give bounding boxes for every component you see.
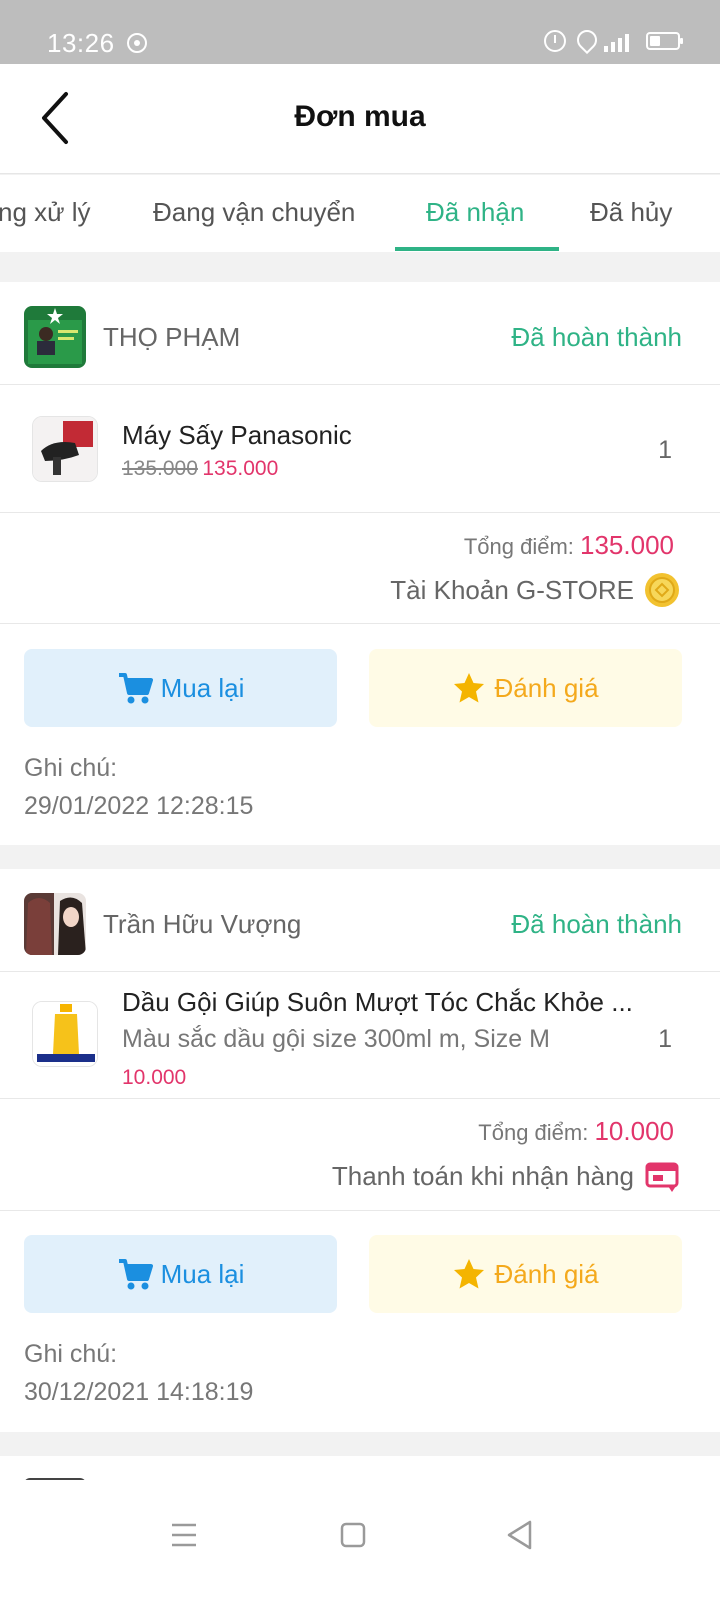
price-original: 135.000 bbox=[122, 457, 198, 480]
order-total: Tổng điểm: 10.000 bbox=[478, 1116, 674, 1147]
cart-icon bbox=[118, 1259, 153, 1290]
price-current: 10.000 bbox=[122, 1066, 187, 1089]
order-date: 30/12/2021 14:18:19 bbox=[24, 1378, 254, 1406]
home-square-icon bbox=[340, 1522, 366, 1548]
product-thumbnail bbox=[32, 416, 98, 482]
product-row[interactable]: Máy Sấy Panasonic 135.000 135.000 1 bbox=[0, 386, 720, 513]
rebuy-label: Mua lại bbox=[160, 672, 245, 703]
rebuy-button[interactable]: Mua lại bbox=[24, 1235, 337, 1313]
status-bar: 13:26 bbox=[0, 0, 720, 64]
rebuy-button[interactable]: Mua lại bbox=[24, 649, 337, 727]
location-icon bbox=[576, 30, 594, 52]
order-card: THỌ PHẠM Đã hoàn thành Máy Sấy Panasonic… bbox=[0, 282, 720, 845]
order-date: 29/01/2022 12:28:15 bbox=[24, 792, 254, 820]
total-value: 10.000 bbox=[594, 1116, 674, 1146]
product-name: Máy Sấy Panasonic bbox=[122, 420, 352, 450]
coin-icon bbox=[645, 573, 679, 607]
note-label: Ghi chú: bbox=[24, 754, 118, 782]
payment-method: Tài Khoản G-STORE bbox=[390, 572, 680, 608]
price-current: 135.000 bbox=[202, 457, 279, 480]
payment-method: Thanh toán khi nhận hàng bbox=[332, 1158, 680, 1194]
order-tabs: ng xử lý Đang vận chuyển Đã nhận Đã hủy bbox=[0, 175, 720, 252]
tab-shipping[interactable]: Đang vận chuyển bbox=[153, 197, 355, 228]
menu-icon bbox=[172, 1523, 196, 1547]
system-nav-bar bbox=[0, 1480, 720, 1600]
product-quantity: 1 bbox=[658, 436, 672, 464]
shop-row[interactable]: Trần Hữu Vượng Đã hoàn thành bbox=[0, 869, 720, 972]
status-time: 13:26 bbox=[47, 28, 115, 58]
order-summary: Tổng điểm: 10.000 Thanh toán khi nhận hà… bbox=[0, 1100, 720, 1211]
total-value: 135.000 bbox=[580, 530, 674, 560]
tab-cancelled[interactable]: Đã hủy bbox=[590, 197, 672, 228]
star-icon bbox=[454, 673, 485, 703]
note-label: Ghi chú: bbox=[24, 1340, 118, 1368]
order-summary: Tổng điểm: 135.000 Tài Khoản G-STORE bbox=[0, 514, 720, 624]
total-label: Tổng điểm: bbox=[463, 534, 574, 559]
order-card: Trần Hữu Vượng Đã hoàn thành Dầu Gội Giú… bbox=[0, 869, 720, 1432]
triangle-back-icon bbox=[507, 1520, 532, 1550]
review-button[interactable]: Đánh giá bbox=[369, 1235, 682, 1313]
review-button[interactable]: Đánh giá bbox=[369, 649, 682, 727]
cart-icon bbox=[118, 673, 153, 704]
page-title: Đơn mua bbox=[294, 100, 426, 133]
cash-on-delivery-icon bbox=[645, 1162, 679, 1192]
signal-icon bbox=[604, 30, 636, 52]
vpn-icon bbox=[127, 33, 147, 53]
order-total: Tổng điểm: 135.000 bbox=[464, 530, 674, 561]
total-label: Tổng điểm: bbox=[478, 1120, 589, 1145]
shop-name: THỌ PHẠM bbox=[103, 322, 241, 352]
payment-label: Thanh toán khi nhận hàng bbox=[331, 1160, 634, 1191]
review-label: Đánh giá bbox=[494, 1258, 599, 1289]
status-icons bbox=[544, 30, 683, 52]
app-header: Đơn mua bbox=[0, 64, 720, 174]
payment-label: Tài Khoản G-STORE bbox=[390, 574, 634, 605]
order-status: Đã hoàn thành bbox=[511, 909, 682, 939]
shop-avatar bbox=[24, 893, 86, 955]
home-nav-button[interactable] bbox=[333, 1515, 373, 1555]
star-icon bbox=[454, 1259, 485, 1289]
product-variant: Màu sắc dầu gội size 300ml m, Size M bbox=[122, 1025, 550, 1053]
order-status: Đã hoàn thành bbox=[511, 322, 682, 352]
product-name: Dầu Gội Giúp Suôn Mượt Tóc Chắc Khỏe ... bbox=[122, 987, 633, 1017]
tab-active-indicator bbox=[395, 247, 559, 251]
tab-received[interactable]: Đã nhận bbox=[426, 197, 524, 228]
back-nav-button[interactable] bbox=[500, 1515, 540, 1555]
product-row[interactable]: Dầu Gội Giúp Suôn Mượt Tóc Chắc Khỏe ...… bbox=[0, 973, 720, 1099]
rebuy-label: Mua lại bbox=[160, 1258, 245, 1289]
menu-nav-button[interactable] bbox=[164, 1515, 204, 1555]
product-thumbnail bbox=[32, 1001, 98, 1067]
review-label: Đánh giá bbox=[494, 672, 599, 703]
tab-processing[interactable]: ng xử lý bbox=[0, 197, 91, 228]
battery-icon bbox=[646, 32, 683, 50]
alarm-icon bbox=[544, 30, 566, 52]
product-quantity: 1 bbox=[658, 1025, 672, 1053]
shop-name: Trần Hữu Vượng bbox=[103, 909, 302, 939]
shop-avatar bbox=[24, 306, 86, 368]
shop-row[interactable]: THỌ PHẠM Đã hoàn thành bbox=[0, 282, 720, 385]
product-price: 135.000 135.000 bbox=[122, 457, 278, 481]
